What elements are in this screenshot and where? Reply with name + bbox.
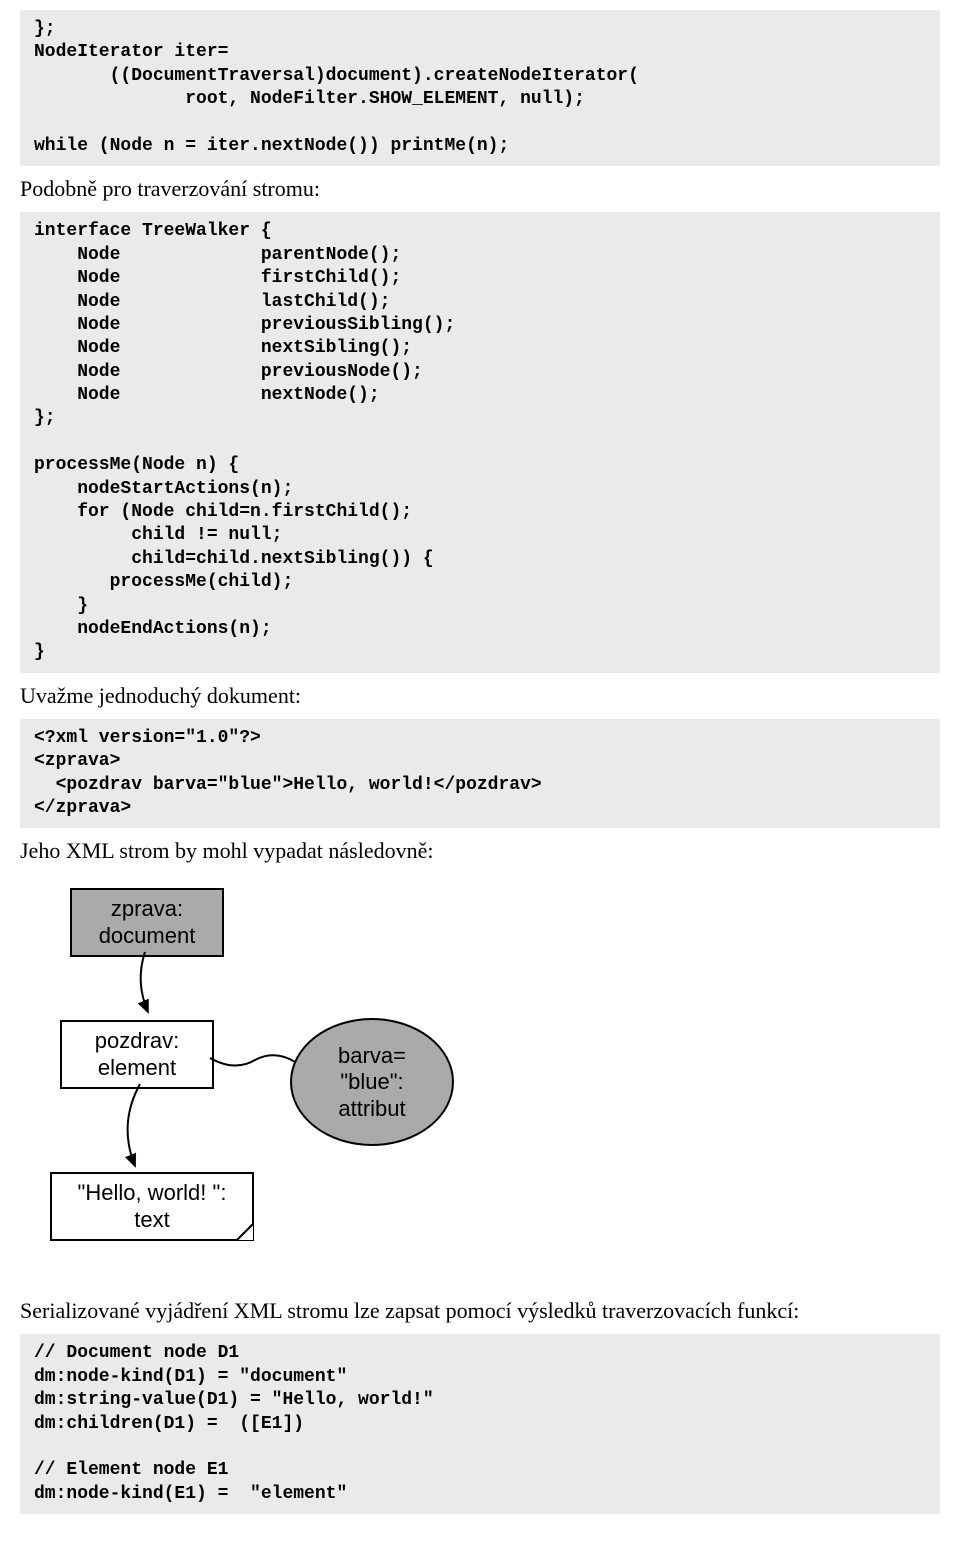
- prose-1: Podobně pro traverzování stromu:: [20, 176, 940, 202]
- node-label: "Hello, world! ":: [78, 1180, 227, 1205]
- node-label: zprava:: [111, 896, 183, 921]
- node-label: "blue":: [292, 1069, 452, 1095]
- node-attribute: barva= "blue": attribut: [290, 1018, 454, 1146]
- node-label: pozdrav:: [95, 1028, 179, 1053]
- node-label: document: [99, 923, 196, 948]
- node-label: barva=: [292, 1043, 452, 1069]
- code-block-3: <?xml version="1.0"?> <zprava> <pozdrav …: [20, 719, 940, 829]
- node-document: zprava: document: [70, 888, 224, 957]
- code-block-2: interface TreeWalker { Node parentNode()…: [20, 212, 940, 672]
- node-element: pozdrav: element: [60, 1020, 214, 1089]
- arrow-doc-to-element: [130, 952, 170, 1022]
- node-label: text: [134, 1207, 169, 1232]
- prose-3: Jeho XML strom by mohl vypadat následovn…: [20, 838, 940, 864]
- arrow-element-to-text: [110, 1084, 170, 1174]
- folded-corner-icon: [236, 1223, 254, 1241]
- code-block-4: // Document node D1 dm:node-kind(D1) = "…: [20, 1334, 940, 1514]
- code-block-1: }; NodeIterator iter= ((DocumentTraversa…: [20, 10, 940, 166]
- xml-tree-diagram: zprava: document pozdrav: element barva=…: [50, 888, 550, 1268]
- node-label: attribut: [292, 1096, 452, 1122]
- prose-4: Serializované vyjádření XML stromu lze z…: [20, 1298, 940, 1324]
- prose-2: Uvažme jednoduchý dokument:: [20, 683, 940, 709]
- node-text: "Hello, world! ": text: [50, 1172, 254, 1241]
- node-label: element: [98, 1055, 176, 1080]
